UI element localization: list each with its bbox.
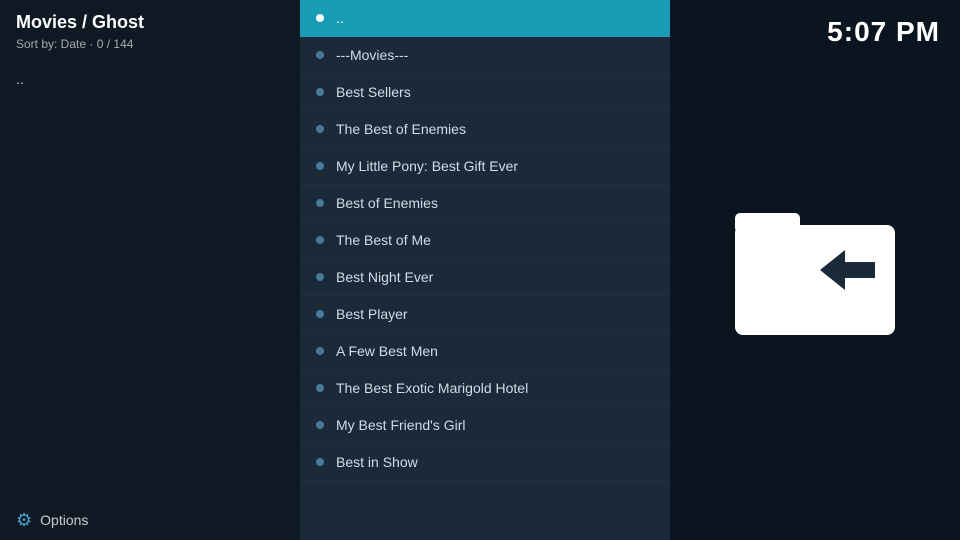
options-icon: ⚙	[16, 510, 32, 531]
list-item[interactable]: My Best Friend's Girl	[300, 407, 670, 444]
list-item[interactable]: A Few Best Men	[300, 333, 670, 370]
list-item-label: The Best of Enemies	[336, 121, 466, 137]
count-label: 0 / 144	[97, 37, 134, 51]
list-item-label: Best in Show	[336, 454, 418, 470]
list-item-label: The Best of Me	[336, 232, 431, 248]
list-item-bullet	[316, 14, 324, 22]
sidebar-dotdot: ..	[16, 71, 284, 87]
list-item-bullet	[316, 88, 324, 96]
list-item-bullet	[316, 125, 324, 133]
list-item-label: My Best Friend's Girl	[336, 417, 465, 433]
clock-display: 5:07 PM	[827, 16, 940, 48]
list-item[interactable]: Best Player	[300, 296, 670, 333]
options-bar[interactable]: ⚙ Options	[0, 500, 300, 540]
page-title: Movies / Ghost	[16, 12, 284, 33]
list-item-label: ..	[336, 10, 344, 26]
list-item-label: A Few Best Men	[336, 343, 438, 359]
list-item[interactable]: The Best of Me	[300, 222, 670, 259]
list-item-label: My Little Pony: Best Gift Ever	[336, 158, 518, 174]
list-item-label: Best Sellers	[336, 84, 411, 100]
list-item-label: Best Player	[336, 306, 408, 322]
sort-info: Sort by: Date · 0 / 144	[16, 37, 284, 51]
list-item[interactable]: Best in Show	[300, 444, 670, 481]
sort-by-label: Sort by: Date	[16, 37, 86, 51]
movie-list: .. ---Movies--- Best Sellers The Best of En…	[300, 0, 670, 540]
sidebar: Movies / Ghost Sort by: Date · 0 / 144 .…	[0, 0, 300, 540]
list-item[interactable]: ---Movies---	[300, 37, 670, 74]
list-item-bullet	[316, 421, 324, 429]
list-item-bullet	[316, 273, 324, 281]
options-label: Options	[40, 512, 88, 528]
list-item-bullet	[316, 51, 324, 59]
folder-back-icon	[730, 195, 900, 345]
list-item-bullet	[316, 236, 324, 244]
list-item-bullet	[316, 458, 324, 466]
list-item[interactable]: The Best of Enemies	[300, 111, 670, 148]
list-item[interactable]: Best Night Ever	[300, 259, 670, 296]
folder-icon-container	[725, 190, 905, 350]
list-item-bullet	[316, 384, 324, 392]
list-item-bullet	[316, 310, 324, 318]
right-panel: 5:07 PM	[670, 0, 960, 540]
list-item-label: ---Movies---	[336, 47, 408, 63]
list-item-bullet	[316, 162, 324, 170]
list-item[interactable]: My Little Pony: Best Gift Ever	[300, 148, 670, 185]
list-item-label: Best of Enemies	[336, 195, 438, 211]
list-item-label: The Best Exotic Marigold Hotel	[336, 380, 528, 396]
list-item-bullet	[316, 347, 324, 355]
list-item-label: Best Night Ever	[336, 269, 433, 285]
separator: ·	[89, 37, 96, 51]
list-item[interactable]: The Best Exotic Marigold Hotel	[300, 370, 670, 407]
list-item[interactable]: Best of Enemies	[300, 185, 670, 222]
list-item-bullet	[316, 199, 324, 207]
list-item[interactable]: ..	[300, 0, 670, 37]
list-item[interactable]: Best Sellers	[300, 74, 670, 111]
